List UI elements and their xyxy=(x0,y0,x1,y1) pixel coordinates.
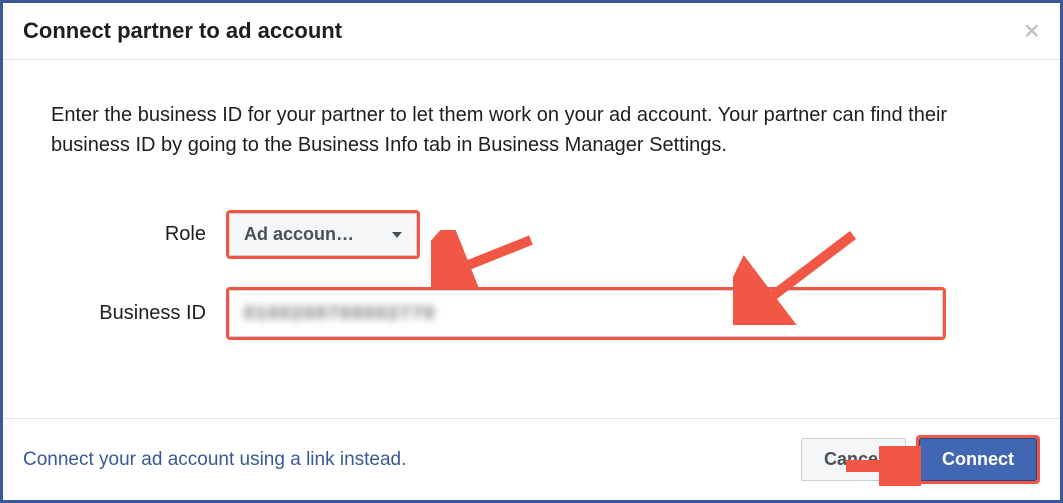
role-dropdown-value: Ad accoun… xyxy=(244,224,354,244)
business-id-input-highlight: 0100200700002770 xyxy=(226,287,946,340)
connect-button-highlight: Connect xyxy=(916,435,1040,484)
chevron-down-icon xyxy=(392,232,402,238)
dialog-header: Connect partner to ad account × xyxy=(3,3,1060,60)
close-icon[interactable]: × xyxy=(1024,17,1040,45)
business-id-input[interactable]: 0100200700002770 xyxy=(229,290,943,337)
business-id-value: 0100200700002770 xyxy=(244,303,436,324)
dialog-footer: Connect your ad account using a link ins… xyxy=(3,418,1060,500)
role-label: Role xyxy=(51,223,226,246)
dialog-container: Connect partner to ad account × Enter th… xyxy=(0,0,1063,503)
role-dropdown-highlight: Ad accoun… xyxy=(226,210,420,259)
business-id-row: Business ID 0100200700002770 xyxy=(51,287,1012,340)
footer-buttons: Cancel Connect xyxy=(801,435,1040,484)
business-id-label: Business ID xyxy=(51,302,226,325)
dialog-description: Enter the business ID for your partner t… xyxy=(51,100,1012,160)
dialog-body: Enter the business ID for your partner t… xyxy=(3,60,1060,418)
use-link-instead[interactable]: Connect your ad account using a link ins… xyxy=(23,449,406,471)
cancel-button[interactable]: Cancel xyxy=(801,438,906,481)
dialog-title: Connect partner to ad account xyxy=(23,18,342,44)
role-row: Role Ad accoun… xyxy=(51,210,1012,259)
connect-button[interactable]: Connect xyxy=(919,438,1037,481)
role-dropdown[interactable]: Ad accoun… xyxy=(229,213,417,256)
